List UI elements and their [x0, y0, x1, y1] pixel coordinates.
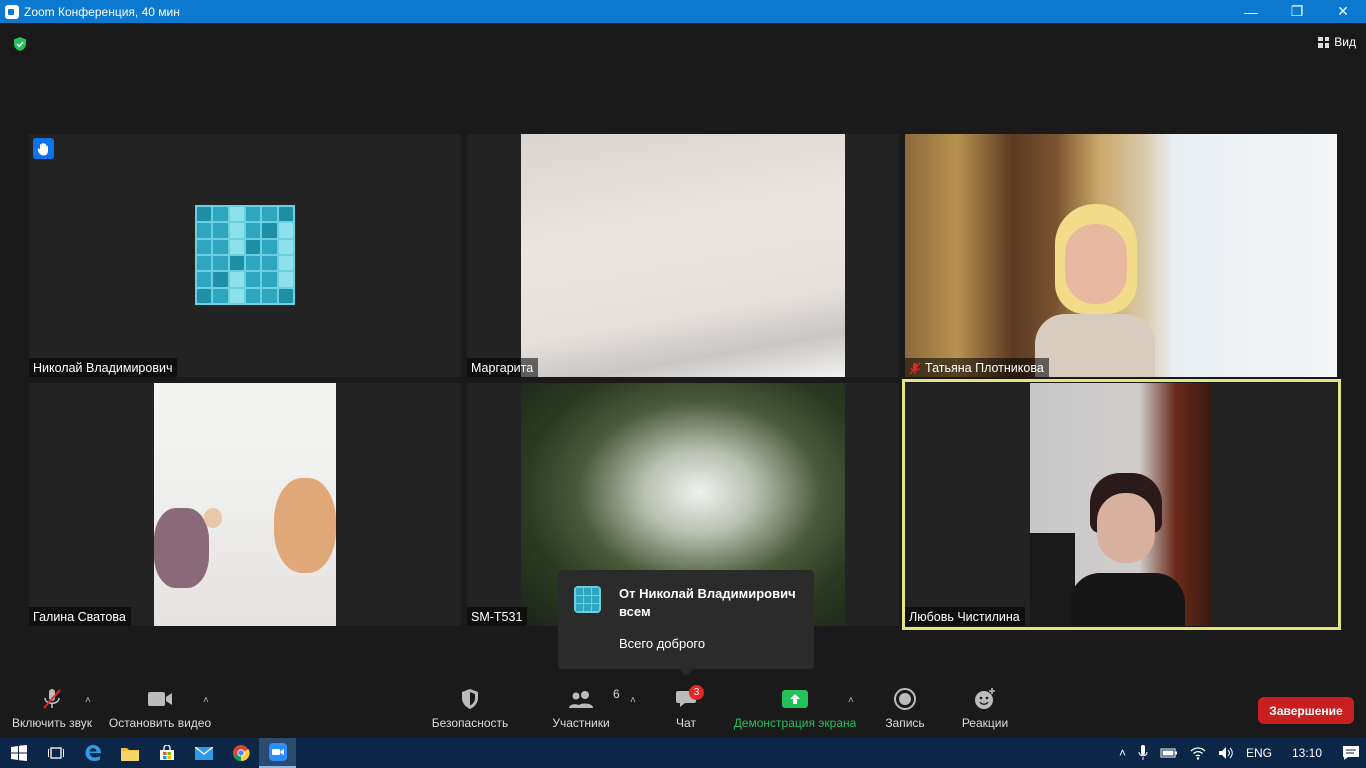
sender-avatar [574, 586, 601, 613]
microphone-tray-icon[interactable] [1138, 745, 1148, 761]
security-button[interactable]: Безопасность [430, 682, 510, 738]
end-meeting-button[interactable]: Завершение [1258, 697, 1354, 724]
record-label: Запись [885, 716, 925, 730]
participants-button[interactable]: 6 Участники [550, 682, 619, 738]
profile-picture-mosaic [195, 205, 295, 305]
volume-icon[interactable] [1218, 746, 1234, 760]
share-screen-label: Демонстрация экрана [733, 716, 857, 730]
active-speaker-highlight [902, 379, 1341, 630]
reactions-label: Реакции [961, 716, 1009, 730]
chat-notification-popup[interactable]: От Николай Владимирович всем Всего добро… [558, 570, 814, 676]
video-feed [521, 134, 845, 377]
chat-sender: От Николай Владимирович всем [619, 586, 796, 619]
unmute-button[interactable]: Включить звук [10, 682, 94, 738]
video-feed [154, 383, 336, 626]
restore-button[interactable]: ❐ [1274, 0, 1320, 23]
video-options-chevron-up-icon[interactable]: ˄ [203, 695, 209, 706]
participant-name: Галина Сватова [29, 607, 131, 626]
share-screen-button[interactable]: Демонстрация экрана [732, 682, 858, 738]
close-button[interactable]: ✕ [1320, 0, 1366, 23]
title-bar: Zoom Конференция, 40 мин — ❐ ✕ [0, 0, 1366, 23]
participants-options-chevron-up-icon[interactable]: ˄ [630, 695, 636, 706]
share-screen-arrow-icon [782, 690, 808, 708]
windows-taskbar: ˄ ENG 13:10 [0, 738, 1366, 768]
notifications-icon[interactable] [1342, 745, 1360, 761]
raised-hand-icon [33, 138, 54, 159]
battery-icon[interactable] [1160, 747, 1178, 759]
window-title: Zoom Конференция, 40 мин [24, 4, 180, 19]
participant-name: Татьяна Плотникова [905, 358, 1049, 377]
system-tray: ˄ ENG 13:10 [1113, 738, 1366, 768]
encryption-shield-icon[interactable] [12, 36, 28, 52]
participant-name: Николай Владимирович [29, 358, 178, 377]
input-language[interactable]: ENG [1246, 746, 1272, 760]
tray-chevron-up-icon[interactable]: ˄ [1119, 746, 1126, 760]
video-tile-nikolai[interactable]: Николай Владимирович [29, 134, 461, 377]
minimize-button[interactable]: — [1228, 0, 1274, 23]
unmute-label: Включить звук [11, 716, 93, 730]
mail-icon[interactable] [185, 738, 222, 768]
wifi-icon[interactable] [1190, 746, 1206, 760]
muted-mic-icon [43, 689, 61, 709]
video-tile-galina[interactable]: Галина Сватова [29, 383, 461, 626]
chat-message: Всего доброго [619, 636, 706, 651]
file-explorer-icon[interactable] [111, 738, 148, 768]
record-button[interactable]: Запись [882, 682, 928, 738]
grid-view-icon [1318, 36, 1330, 48]
chat-unread-badge: 3 [689, 685, 704, 700]
zoom-taskbar-icon[interactable] [259, 738, 296, 768]
reactions-button[interactable]: Реакции [960, 682, 1010, 738]
view-button[interactable]: Вид [1318, 35, 1356, 49]
stop-video-label: Остановить видео [108, 716, 212, 730]
chrome-icon[interactable] [222, 738, 259, 768]
audio-options-chevron-up-icon[interactable]: ˄ [85, 695, 91, 706]
edge-browser-icon[interactable] [74, 738, 111, 768]
security-shield-icon [462, 689, 478, 709]
participants-count: 6 [613, 687, 620, 701]
meeting-toolbar: Включить звук ˄ Остановить видео ˄ Безоп… [0, 682, 1366, 738]
reactions-smiley-icon [975, 688, 995, 709]
chat-button[interactable]: 3 Чат [668, 682, 704, 738]
windows-start-icon[interactable] [0, 738, 37, 768]
video-tile-tatiana[interactable]: Татьяна Плотникова [905, 134, 1337, 377]
video-camera-icon [148, 692, 172, 706]
store-icon[interactable] [148, 738, 185, 768]
video-tile-margarita[interactable]: Маргарита [467, 134, 899, 377]
record-icon [894, 688, 916, 710]
stop-video-button[interactable]: Остановить видео [108, 682, 212, 738]
participants-icon [569, 691, 593, 708]
video-feed [905, 134, 1337, 377]
chat-label: Чат [676, 716, 696, 730]
participants-label: Участники [552, 716, 610, 730]
zoom-app-icon [5, 4, 19, 19]
clock[interactable]: 13:10 [1292, 746, 1322, 760]
task-view-icon[interactable] [37, 738, 74, 768]
muted-mic-icon [909, 362, 921, 374]
meeting-area: Вид Николай Владимирович Маргарита Татья… [0, 23, 1366, 738]
participant-name: Маргарита [467, 358, 539, 377]
security-label: Безопасность [431, 716, 509, 730]
view-label: Вид [1334, 35, 1356, 49]
participant-name: SM-T531 [467, 607, 528, 626]
share-options-chevron-up-icon[interactable]: ˄ [848, 695, 854, 706]
